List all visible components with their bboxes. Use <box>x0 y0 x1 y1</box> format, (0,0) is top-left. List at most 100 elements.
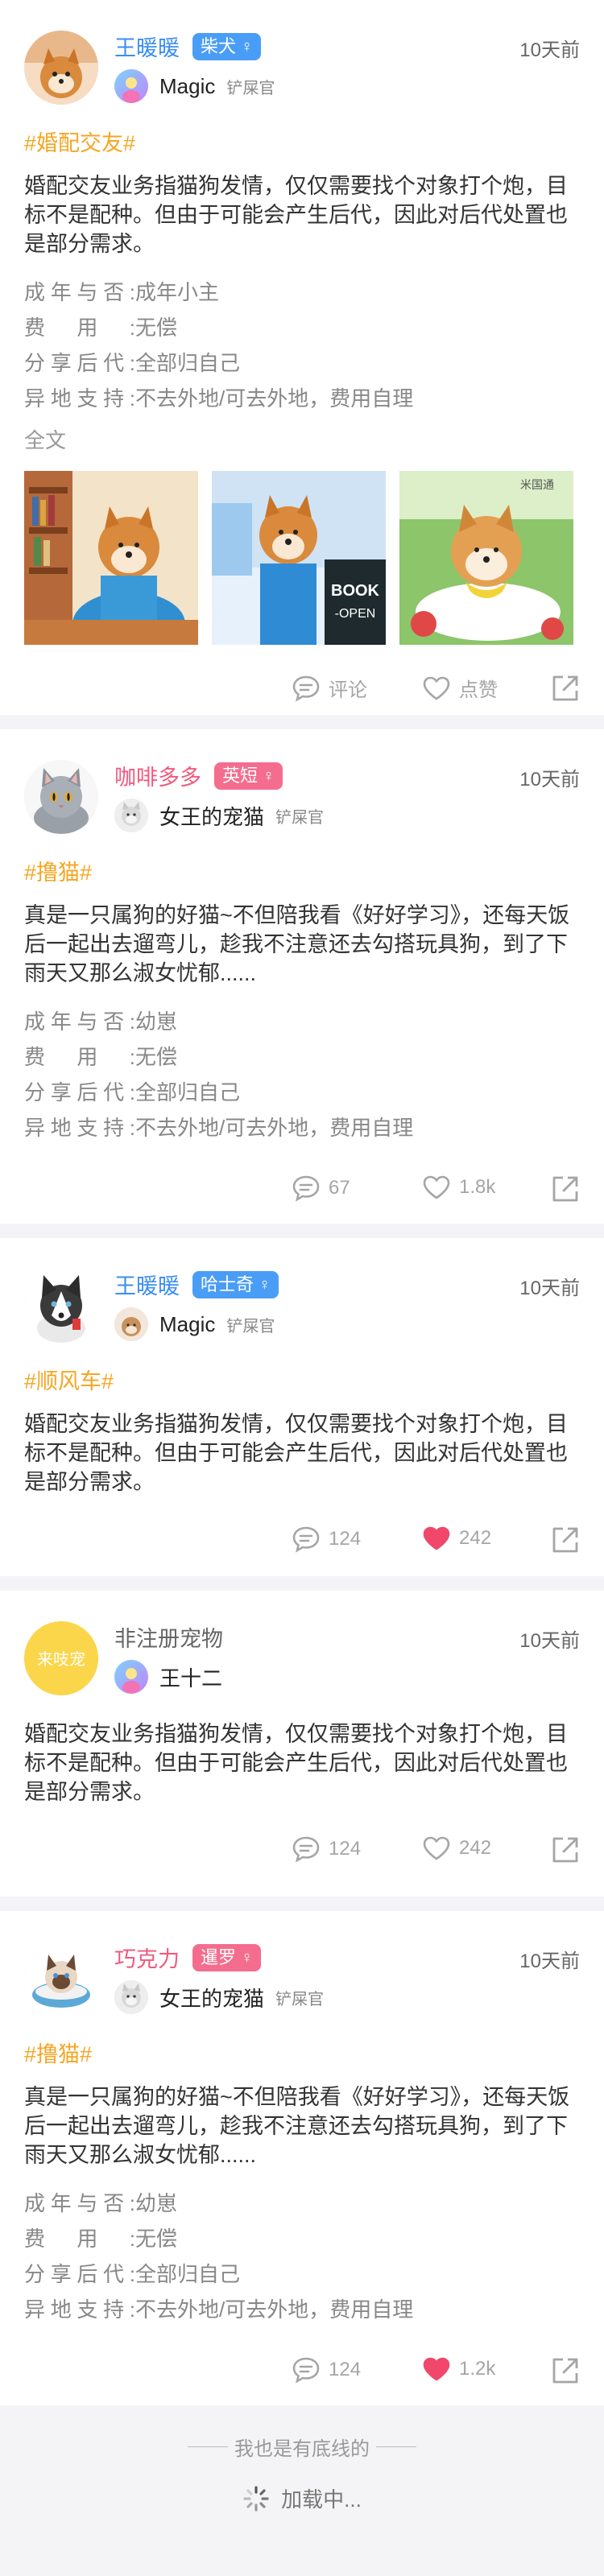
post-card: 咖啡多多 英短 ♀ 10天前 女王的宠猫 铲屎官 #撸猫# 真是一只属狗的好猫~… <box>0 729 604 1224</box>
like-count: 242 <box>459 1837 492 1859</box>
comment-count: 67 <box>329 1177 350 1199</box>
action-bar: 评论 点赞 <box>24 645 580 741</box>
post-header: 来吱宠 非注册宠物 10天前 王十二 <box>24 1615 580 1705</box>
breed-label: 暹罗 <box>201 1946 237 1967</box>
pet-nickname[interactable]: 非注册宠物 <box>114 1621 223 1653</box>
post-photo[interactable]: BOOK -OPEN <box>212 471 386 645</box>
pet-avatar[interactable]: 来吱宠 <box>24 1621 98 1695</box>
breed-label: 哈士奇 <box>201 1274 254 1294</box>
spec-item: 异地支持: 不去外地/可去外地，费用自理 <box>24 1110 580 1146</box>
feed: 王暖暖 柴犬 ♀ 10天前 Magic 铲屎官 #婚配交友# 婚配交友业务指猫狗… <box>0 0 604 2513</box>
owner-avatar[interactable] <box>114 1660 148 1694</box>
breed-label: 英短 <box>222 765 259 786</box>
pet-nickname[interactable]: 巧克力 <box>114 1942 180 1973</box>
comment-icon <box>292 1836 320 1863</box>
pet-nickname[interactable]: 咖啡多多 <box>114 760 201 791</box>
heart-icon <box>423 1175 450 1199</box>
post-card: 王暖暖 柴犬 ♀ 10天前 Magic 铲屎官 #婚配交友# 婚配交友业务指猫狗… <box>0 0 604 715</box>
owner-row[interactable]: Magic 铲屎官 <box>114 1307 275 1341</box>
owner-row[interactable]: 女王的宠猫 铲屎官 <box>114 1980 324 2014</box>
action-bar: 124 1.2k <box>24 2327 580 2424</box>
spec-value: 无偿 <box>135 1045 178 1069</box>
comment-button[interactable]: 124 <box>292 1835 361 1863</box>
share-button[interactable] <box>551 1525 580 1554</box>
spec-key: 分享后代: <box>24 351 135 375</box>
divider <box>376 2446 416 2447</box>
owner-avatar[interactable] <box>114 69 148 103</box>
post-time: 10天前 <box>519 39 580 61</box>
post-time: 10天前 <box>519 1951 580 1972</box>
post-header: 王暖暖 哈士奇 ♀ 10天前 Magic 铲屎官 <box>24 1262 580 1352</box>
post-photo[interactable] <box>24 471 198 645</box>
spec-value: 不去外地/可去外地，费用自理 <box>135 1116 414 1140</box>
comment-icon <box>292 1175 320 1202</box>
loading-text: 加载中... <box>281 2487 362 2512</box>
post-time: 10天前 <box>519 769 580 791</box>
owner-avatar[interactable] <box>114 1307 148 1341</box>
comment-button[interactable]: 67 <box>292 1174 350 1202</box>
pet-avatar[interactable] <box>24 760 98 834</box>
spec-key: 异地支持: <box>24 386 135 411</box>
spec-item: 费用: 无偿 <box>24 1039 580 1075</box>
spec-item: 分享后代: 全部归自己 <box>24 1075 580 1110</box>
like-button[interactable]: 点赞 <box>422 674 498 702</box>
comment-button[interactable]: 124 <box>292 1525 361 1553</box>
post-photo[interactable]: 米国通 <box>399 471 573 645</box>
spec-value: 幼崽 <box>135 2191 178 2215</box>
owner-row[interactable]: 王十二 <box>114 1660 222 1694</box>
post-card: 巧克力 暹罗 ♀ 10天前 女王的宠猫 铲屎官 #撸猫# 真是一只属狗的好猫~不… <box>0 1911 604 2405</box>
pet-avatar[interactable] <box>24 1269 98 1343</box>
owner-name[interactable]: 王十二 <box>159 1662 222 1692</box>
heart-filled-icon <box>423 1526 450 1550</box>
heart-icon <box>423 676 450 700</box>
topic-tag[interactable]: #撸猫# <box>24 855 580 886</box>
pet-nickname[interactable]: 王暖暖 <box>114 31 180 62</box>
share-button[interactable] <box>551 1174 580 1203</box>
post-card: 来吱宠 非注册宠物 10天前 王十二 婚配交友业务指猫狗发情，仅仅需要找个对象打… <box>0 1591 604 1897</box>
like-button[interactable]: 242 <box>422 1835 491 1861</box>
owner-name[interactable]: 女王的宠猫 <box>159 1983 264 2013</box>
comment-count: 124 <box>329 1838 362 1860</box>
comment-icon <box>292 2357 320 2384</box>
share-button[interactable] <box>551 2356 580 2385</box>
pet-avatar[interactable] <box>24 1942 98 2016</box>
breed-badge: 哈士奇 ♀ <box>192 1270 279 1298</box>
share-button[interactable] <box>551 674 580 703</box>
spec-key: 异地支持: <box>24 2297 135 2322</box>
topic-tag[interactable]: #撸猫# <box>24 2037 580 2068</box>
like-button[interactable]: 1.2k <box>422 2356 495 2382</box>
topic-tag[interactable]: #顺风车# <box>24 1364 580 1395</box>
like-count: 1.2k <box>459 2358 496 2380</box>
owner-name[interactable]: Magic <box>159 74 215 99</box>
spec-value: 无偿 <box>135 2227 178 2251</box>
spec-item: 成年与否: 幼崽 <box>24 1004 580 1039</box>
pet-avatar[interactable] <box>24 31 98 105</box>
loading-indicator: 加载中... <box>0 2483 604 2513</box>
owner-row[interactable]: 女王的宠猫 铲屎官 <box>114 799 324 832</box>
expand-fulltext-link[interactable]: 全文 <box>24 424 580 456</box>
post-content: 真是一只属狗的好猫~不但陪我看《好好学习》，还每天饭后一起出去遛弯儿，趁我不注意… <box>24 2085 570 2167</box>
pet-nickname[interactable]: 王暖暖 <box>114 1269 180 1300</box>
comment-button[interactable]: 124 <box>292 2356 361 2384</box>
spec-value: 无偿 <box>135 316 178 340</box>
spec-item: 费用: 无偿 <box>24 310 580 345</box>
owner-avatar[interactable] <box>114 1980 148 2014</box>
svg-text:-OPEN: -OPEN <box>335 607 376 621</box>
topic-tag[interactable]: #婚配交友# <box>24 126 580 157</box>
breed-label: 柴犬 <box>201 35 237 56</box>
end-of-feed-text: 我也是有底线的 <box>234 2438 370 2460</box>
share-icon <box>552 1176 578 1202</box>
comment-button[interactable]: 评论 <box>292 674 367 702</box>
owner-row[interactable]: Magic 铲屎官 <box>114 69 275 103</box>
comment-count: 124 <box>329 1528 362 1550</box>
like-button[interactable]: 242 <box>422 1525 491 1551</box>
share-button[interactable] <box>551 1835 580 1864</box>
share-icon <box>552 675 578 701</box>
owner-name[interactable]: 女王的宠猫 <box>159 801 264 831</box>
like-button[interactable]: 1.8k <box>422 1174 495 1200</box>
owner-name[interactable]: Magic <box>159 1312 215 1337</box>
spec-item: 分享后代: 全部归自己 <box>24 345 580 381</box>
post-card: 王暖暖 哈士奇 ♀ 10天前 Magic 铲屎官 #顺风车# 婚配交友业务指猫狗… <box>0 1238 604 1576</box>
owner-avatar[interactable] <box>114 799 148 832</box>
spec-item: 异地支持: 不去外地/可去外地，费用自理 <box>24 381 580 416</box>
